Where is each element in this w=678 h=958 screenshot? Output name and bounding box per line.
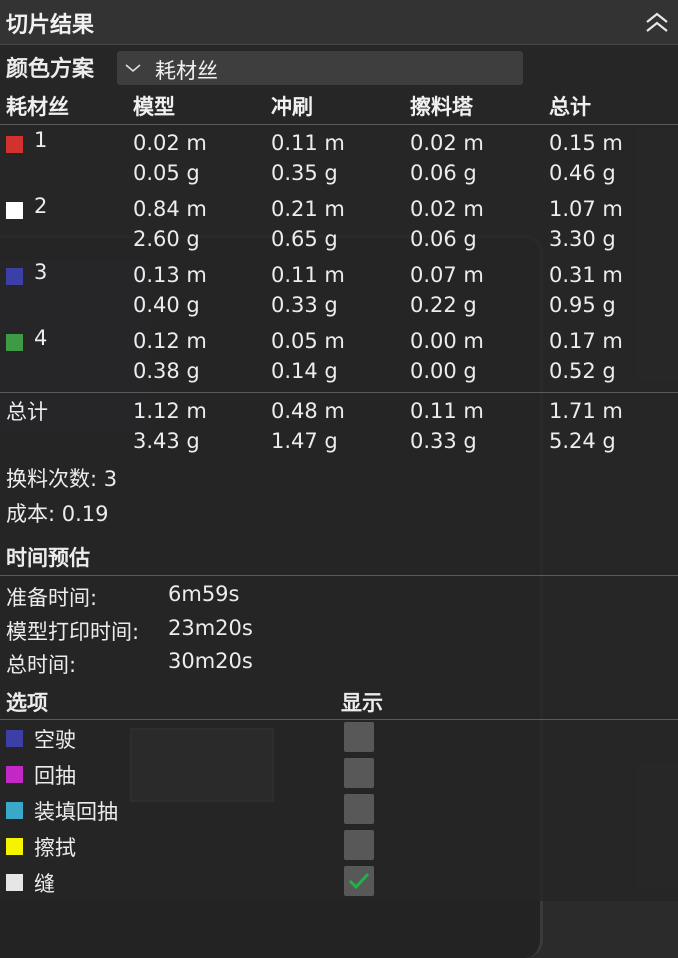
total-time-value: 30m20s (168, 649, 253, 673)
option-label: 缝 (34, 872, 55, 896)
panel-header: 切片结果 (0, 0, 678, 45)
totals-tower: 0.11 m 0.33 g (410, 399, 484, 453)
slice-results-panel: 切片结果 颜色方案 耗材丝 耗材丝 模型 冲刷 擦料塔 总计 1 0.02 m 0.… (0, 0, 678, 901)
filament-model: 0.13 m 0.40 g (133, 263, 207, 317)
model-print-time-value: 23m20s (168, 616, 253, 640)
option-row: 装填回抽 (0, 794, 678, 830)
totals-row: 总计 1.12 m 3.43 g 0.48 m 1.47 g 0.11 m 0.33 … (0, 396, 678, 460)
filament-total: 0.31 m 0.95 g (549, 263, 623, 317)
filament-flush: 0.11 m 0.35 g (271, 131, 345, 185)
filament-total: 0.17 m 0.52 g (549, 329, 623, 383)
totals-flush: 0.48 m 1.47 g (271, 399, 345, 453)
filament-tower: 0.00 m 0.00 g (410, 329, 484, 383)
total-time-label: 总时间: (6, 653, 77, 677)
option-label: 空驶 (34, 728, 76, 752)
option-color-swatch (6, 838, 23, 855)
show-checkbox[interactable] (344, 866, 374, 896)
filament-color-swatch (6, 334, 23, 351)
show-checkbox[interactable] (344, 794, 374, 824)
column-header-filament: 耗材丝 (6, 95, 69, 119)
totals-total: 1.71 m 5.24 g (549, 399, 623, 453)
option-color-swatch (6, 802, 23, 819)
divider (0, 719, 678, 720)
divider (0, 575, 678, 576)
filament-id: 2 (34, 194, 48, 218)
color-scheme-label: 颜色方案 (6, 57, 95, 82)
option-color-swatch (6, 766, 23, 783)
options-header: 选项 (6, 691, 48, 715)
color-scheme-dropdown[interactable]: 耗材丝 (117, 51, 523, 85)
filament-model: 0.02 m 0.05 g (133, 131, 207, 185)
option-row: 缝 (0, 866, 678, 902)
totals-model: 1.12 m 3.43 g (133, 399, 207, 453)
checkmark-icon (348, 872, 370, 890)
column-header-model: 模型 (133, 95, 175, 119)
totals-label: 总计 (6, 400, 48, 424)
chevron-down-icon (125, 64, 141, 73)
panel-title: 切片结果 (6, 13, 95, 38)
filament-tower: 0.02 m 0.06 g (410, 197, 484, 251)
prepare-time-label: 准备时间: (6, 586, 98, 610)
option-color-swatch (6, 730, 23, 747)
filament-color-swatch (6, 202, 23, 219)
column-header-flush: 冲刷 (271, 95, 313, 119)
cost: 成本: 0.19 (6, 502, 109, 526)
filament-total: 0.15 m 0.46 g (549, 131, 623, 185)
filament-model: 0.84 m 2.60 g (133, 197, 207, 251)
show-checkbox[interactable] (344, 722, 374, 752)
column-header-prime-tower: 擦料塔 (410, 95, 473, 119)
filament-id: 1 (34, 128, 48, 152)
time-estimate-title: 时间预估 (6, 546, 90, 570)
show-header: 显示 (341, 691, 383, 715)
filament-tower: 0.02 m 0.06 g (410, 131, 484, 185)
filament-color-swatch (6, 136, 23, 153)
option-row: 回抽 (0, 758, 678, 794)
filament-total: 1.07 m 3.30 g (549, 197, 623, 251)
option-label: 回抽 (34, 764, 76, 788)
option-label: 擦拭 (34, 836, 76, 860)
option-color-swatch (6, 874, 23, 891)
filament-row: 2 0.84 m 2.60 g 0.21 m 0.65 g 0.02 m 0.06 g 1.0… (0, 194, 678, 258)
prepare-time-value: 6m59s (168, 582, 240, 606)
show-checkbox[interactable] (344, 758, 374, 788)
filament-flush: 0.05 m 0.14 g (271, 329, 345, 383)
model-print-time-label: 模型打印时间: (6, 620, 140, 644)
filament-color-swatch (6, 268, 23, 285)
option-label: 装填回抽 (34, 800, 118, 824)
filament-model: 0.12 m 0.38 g (133, 329, 207, 383)
filament-flush: 0.11 m 0.33 g (271, 263, 345, 317)
filament-row: 4 0.12 m 0.38 g 0.05 m 0.14 g 0.00 m 0.00 g 0.1… (0, 326, 678, 390)
filament-id: 3 (34, 260, 48, 284)
filament-flush: 0.21 m 0.65 g (271, 197, 345, 251)
show-checkbox[interactable] (344, 830, 374, 860)
filament-tower: 0.07 m 0.22 g (410, 263, 484, 317)
filament-row: 3 0.13 m 0.40 g 0.11 m 0.33 g 0.07 m 0.22 g 0.3… (0, 260, 678, 324)
column-header-total: 总计 (549, 95, 591, 119)
collapse-icon[interactable] (644, 12, 670, 34)
color-scheme-value: 耗材丝 (155, 59, 218, 83)
divider (0, 392, 678, 393)
filament-id: 4 (34, 326, 48, 350)
option-row: 空驶 (0, 722, 678, 758)
filament-changes: 换料次数: 3 (6, 467, 118, 491)
divider (0, 124, 678, 125)
filament-row: 1 0.02 m 0.05 g 0.11 m 0.35 g 0.02 m 0.06 g 0.1… (0, 128, 678, 192)
option-row: 擦拭 (0, 830, 678, 866)
